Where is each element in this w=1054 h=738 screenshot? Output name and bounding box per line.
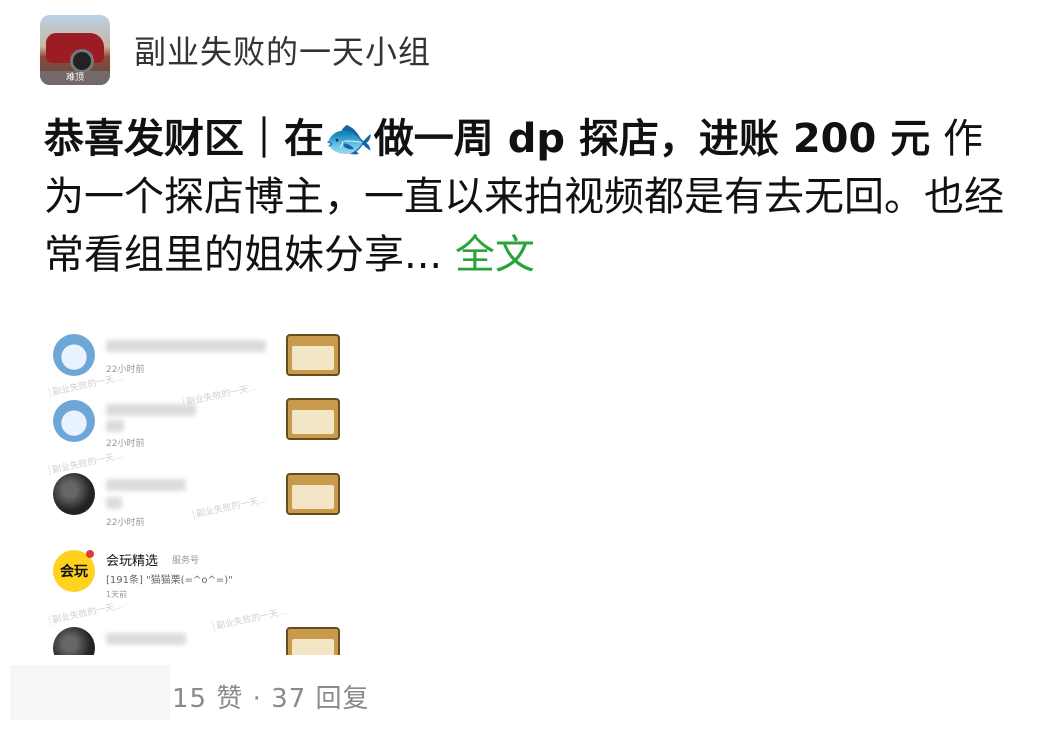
post-title-rest: 做一周 dp 探店，进账 200 元: [373, 116, 931, 162]
avatar: [53, 627, 95, 655]
post-stats: 15 赞 · 37 回复: [172, 678, 370, 715]
blurred-message: [106, 420, 124, 432]
unread-dot: [86, 550, 94, 558]
stats-separator: ·: [243, 684, 272, 714]
blurred-name: [106, 479, 186, 491]
embedded-screenshot[interactable]: ┊副业失败的一天… ┊副业失败的一天… ┊副业失败的一天… ┊副业失败的一天… …: [40, 330, 360, 655]
footer-mask: [10, 665, 170, 720]
fish-icon: 🐟: [324, 116, 374, 162]
post-body[interactable]: 恭喜发财区｜在🐟做一周 dp 探店，进账 200 元 作为一个探店博主，一直以来…: [44, 110, 1004, 284]
avatar: [53, 473, 95, 515]
chat-thumbnail: [286, 473, 340, 515]
chat-thumbnail: [286, 334, 340, 376]
group-avatar[interactable]: 难顶: [40, 15, 110, 85]
chat-row[interactable]: 22小时前: [40, 330, 360, 406]
chat-row[interactable]: 22小时前: [40, 398, 360, 474]
service-message: [191条] "猫猫栗(=^o^=)": [106, 575, 233, 586]
service-name: 会玩精选: [106, 554, 159, 569]
blurred-name: [106, 633, 186, 645]
avatar: [53, 334, 95, 376]
chat-time: 22小时前: [106, 518, 145, 528]
blurred-name: [106, 340, 266, 352]
chat-time: 22小时前: [106, 365, 145, 375]
group-name[interactable]: 副业失败的一天小组: [134, 27, 431, 73]
post-title-prefix: 恭喜发财区｜在: [44, 116, 324, 162]
chat-thumbnail: [286, 398, 340, 440]
service-tag: 服务号: [172, 556, 200, 566]
car-wheel-image: [70, 49, 94, 73]
chat-row[interactable]: 22小时前: [40, 473, 360, 549]
service-time: 1天前: [106, 590, 128, 599]
chat-time: 22小时前: [106, 439, 145, 449]
blurred-message: [106, 497, 122, 509]
chat-row[interactable]: [40, 625, 360, 655]
full-text-link[interactable]: 全文: [442, 232, 535, 278]
replies-count[interactable]: 37 回复: [271, 684, 369, 714]
post-header: 难顶 副业失败的一天小组: [40, 15, 431, 85]
chat-thumbnail: [286, 627, 340, 655]
group-avatar-tag: 难顶: [40, 71, 110, 85]
watermark: ┊副业失败的一天…: [46, 601, 124, 627]
likes-count[interactable]: 15 赞: [172, 684, 243, 714]
avatar: [53, 400, 95, 442]
blurred-name: [106, 404, 196, 416]
